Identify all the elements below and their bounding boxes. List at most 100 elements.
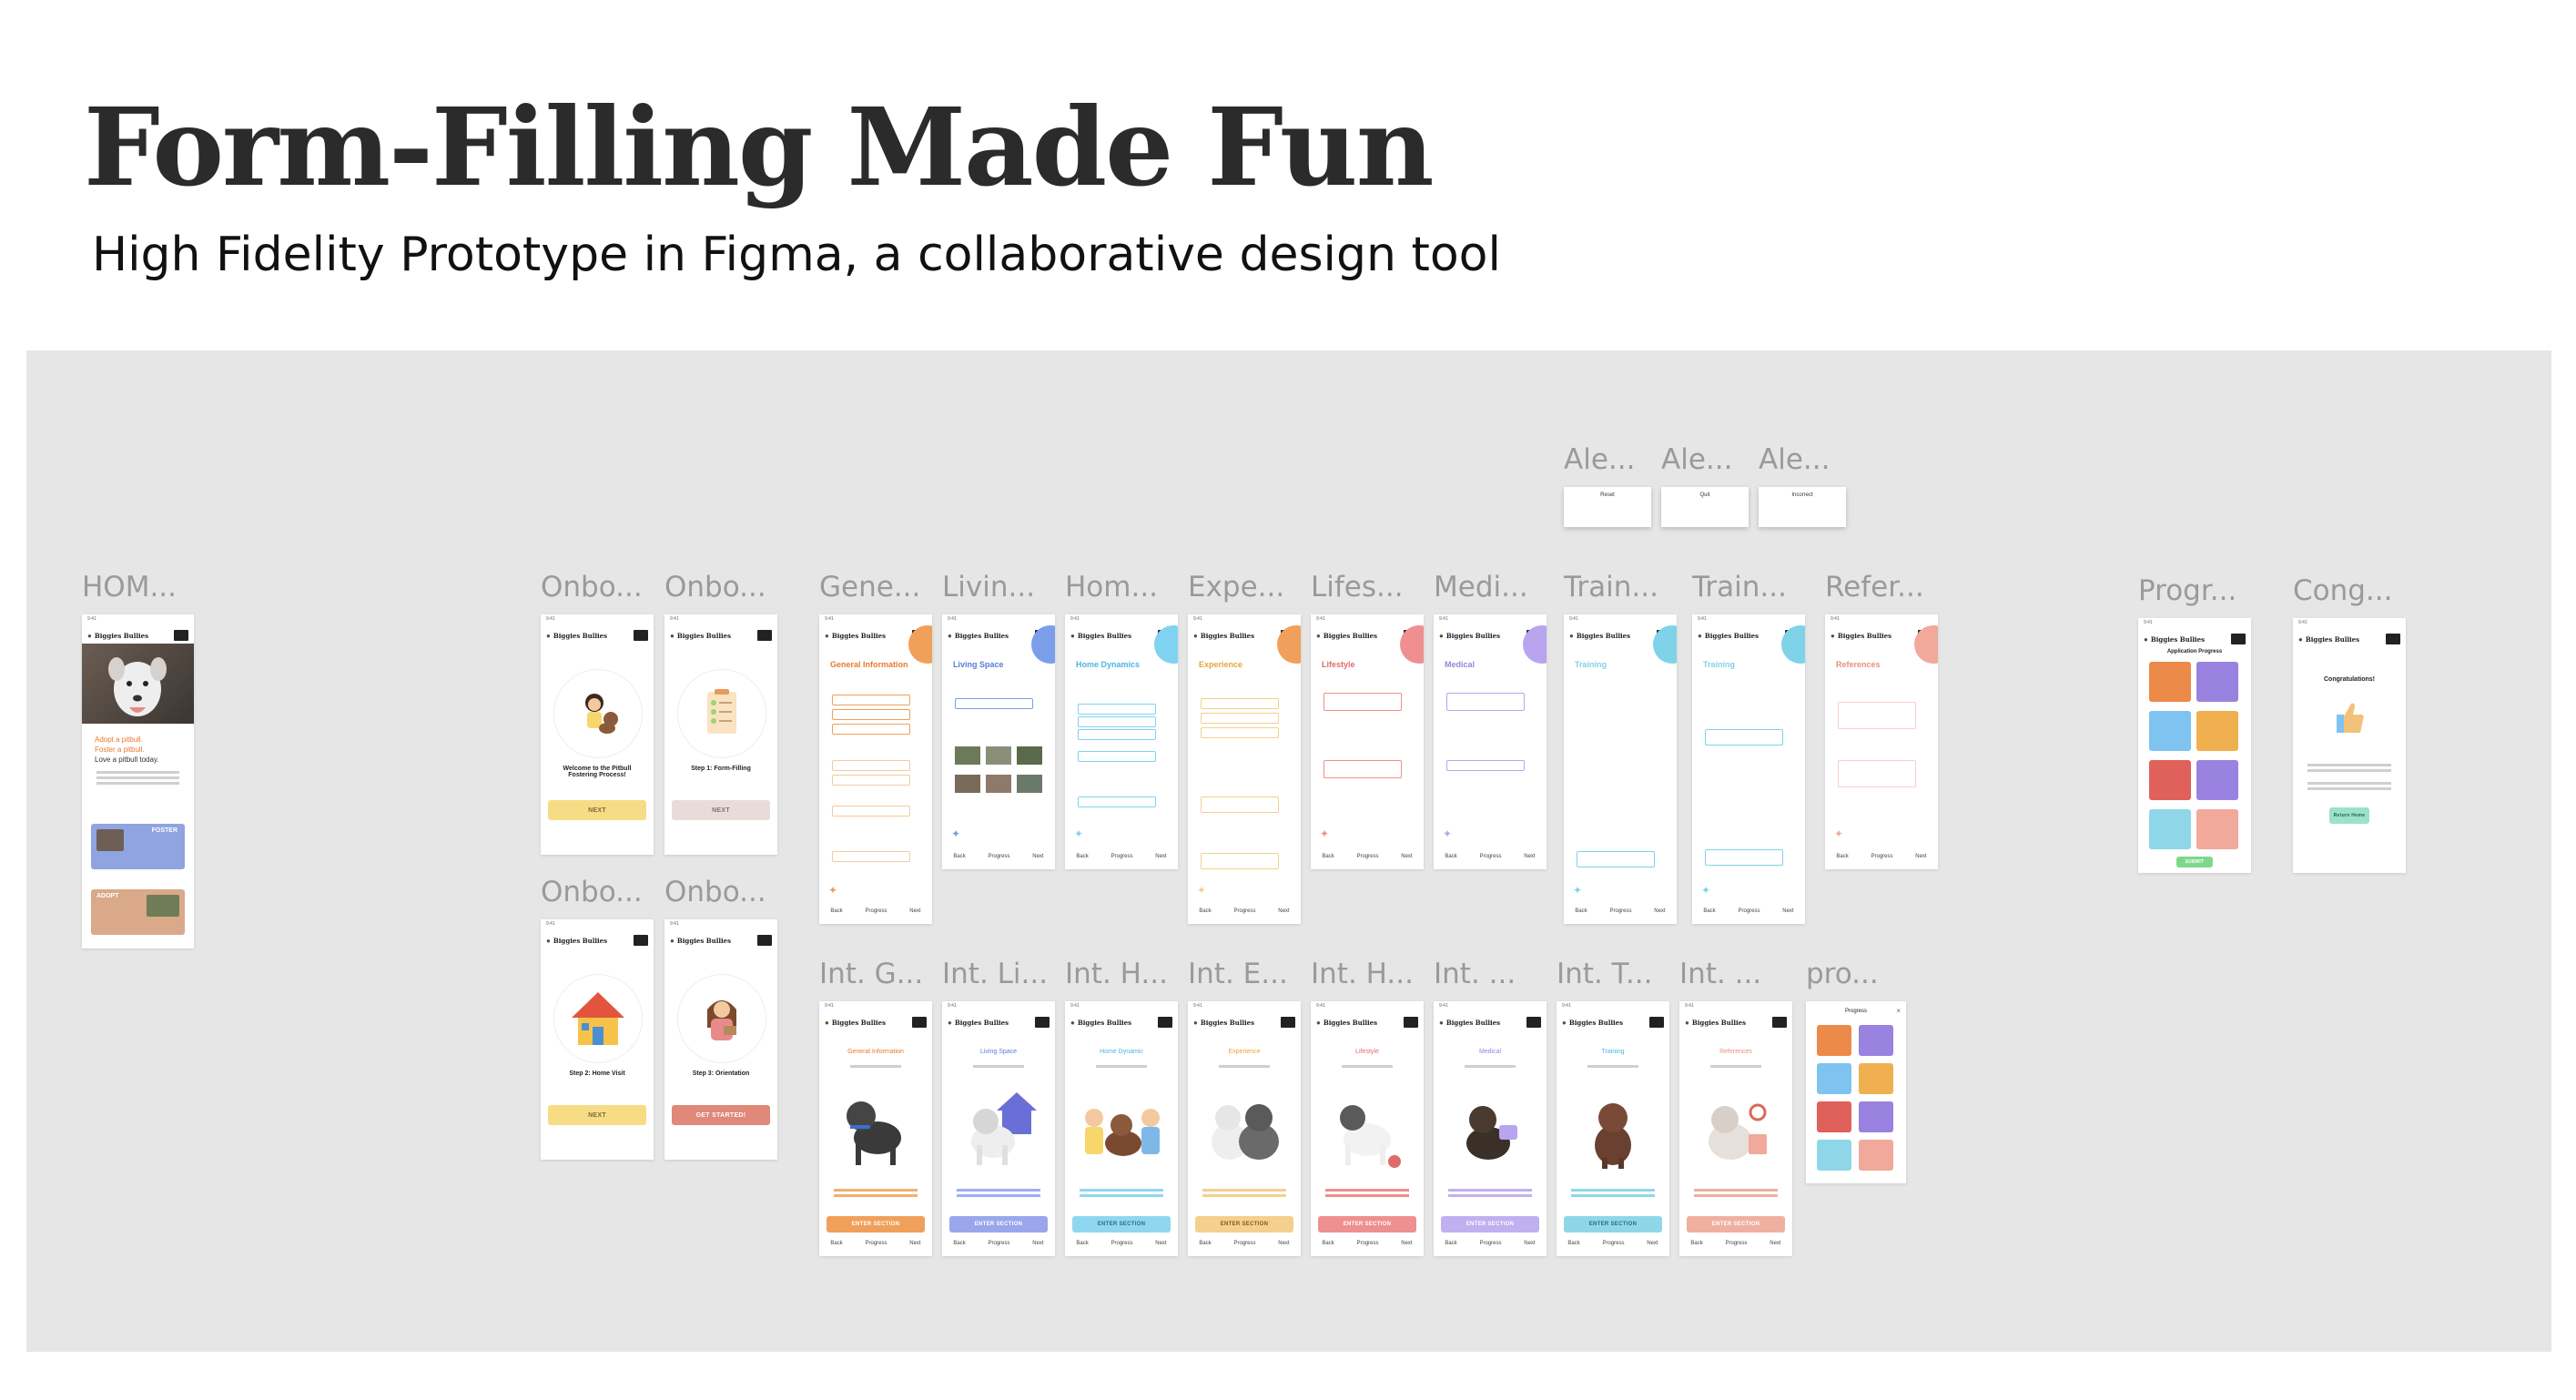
frame-lifestyle[interactable]: Lifes... 9:41 ● Biggies Bullies Lifestyle… <box>1311 571 1424 869</box>
form-field[interactable] <box>1201 727 1279 738</box>
frame-intro-general[interactable]: Int. G... 9:41 ● Biggies Bullies General … <box>819 958 932 1256</box>
nav-next[interactable]: Next <box>1032 854 1043 865</box>
nav-back[interactable]: Back <box>1322 854 1334 865</box>
frame-intro-references[interactable]: Int. ... 9:41 ● Biggies Bullies Reference… <box>1679 958 1792 1256</box>
nav-progress[interactable]: Progress <box>1602 1241 1624 1252</box>
frame-progress-popup[interactable]: pro... Progress × <box>1806 958 1906 1183</box>
menu-icon[interactable] <box>1404 1017 1418 1028</box>
progress-tile-living[interactable] <box>2196 662 2238 702</box>
menu-icon[interactable] <box>1035 1017 1050 1028</box>
nav-progress[interactable]: Progress <box>988 1241 1009 1252</box>
nav-back[interactable]: Back <box>1836 854 1848 865</box>
menu-icon[interactable] <box>912 1017 927 1028</box>
frame-living-space[interactable]: Livin... 9:41 ● Biggies Bullies Living Sp… <box>942 571 1055 869</box>
nav-back[interactable]: Back <box>1076 854 1088 865</box>
next-button[interactable]: NEXT <box>548 800 646 820</box>
menu-icon[interactable] <box>757 630 772 641</box>
frame-training-2[interactable]: Train... 9:41 ● Biggies Bullies Training … <box>1692 571 1805 924</box>
form-field[interactable] <box>832 760 910 771</box>
enter-section-button[interactable]: ENTER SECTION <box>1318 1216 1416 1233</box>
form-field[interactable] <box>1078 729 1156 740</box>
nav-next[interactable]: Next <box>1155 854 1166 865</box>
nav-back[interactable]: Back <box>1076 1241 1088 1252</box>
form-field[interactable] <box>1323 693 1402 711</box>
nav-next[interactable]: Next <box>1524 854 1535 865</box>
enter-section-button[interactable]: ENTER SECTION <box>1441 1216 1539 1233</box>
menu-icon[interactable] <box>757 935 772 946</box>
enter-section-button[interactable]: ENTER SECTION <box>949 1216 1048 1233</box>
progress-tile-training[interactable] <box>1817 1140 1851 1171</box>
frame-experience[interactable]: Expe... 9:41 ● Biggies Bullies Experience… <box>1188 571 1301 924</box>
nav-back[interactable]: Back <box>1567 1241 1579 1252</box>
nav-next[interactable]: Next <box>1524 1241 1535 1252</box>
nav-back[interactable]: Back <box>953 1241 965 1252</box>
nav-back[interactable]: Back <box>1199 908 1211 919</box>
nav-next[interactable]: Next <box>1032 1241 1043 1252</box>
menu-icon[interactable] <box>174 630 188 641</box>
nav-progress[interactable]: Progress <box>1233 908 1255 919</box>
menu-icon[interactable] <box>634 630 648 641</box>
menu-icon[interactable] <box>1772 1017 1787 1028</box>
nav-back[interactable]: Back <box>1199 1241 1211 1252</box>
nav-next[interactable]: Next <box>1654 908 1665 919</box>
menu-icon[interactable] <box>2231 634 2246 644</box>
nav-progress[interactable]: Progress <box>1479 1241 1501 1252</box>
enter-section-button[interactable]: ENTER SECTION <box>827 1216 925 1233</box>
form-field[interactable] <box>1446 760 1525 771</box>
menu-icon[interactable] <box>2386 634 2400 644</box>
progress-tile-home[interactable] <box>2149 711 2191 751</box>
progress-tile-experience[interactable] <box>1859 1063 1893 1094</box>
form-field[interactable] <box>1323 760 1402 778</box>
nav-next[interactable]: Next <box>1401 1241 1412 1252</box>
frame-home[interactable]: HOM... 9:41 ● Biggies Bullies Adopt a pit… <box>82 571 194 949</box>
progress-tile-general[interactable] <box>1817 1025 1851 1056</box>
form-field[interactable] <box>1201 853 1279 869</box>
nav-progress[interactable]: Progress <box>1111 1241 1132 1252</box>
figma-canvas[interactable]: HOM... 9:41 ● Biggies Bullies Adopt a pit… <box>26 350 2551 1352</box>
form-field[interactable] <box>1705 729 1783 746</box>
home-photo[interactable] <box>1017 775 1042 793</box>
foster-card[interactable]: FOSTER <box>91 824 185 869</box>
form-field[interactable] <box>1705 849 1783 866</box>
nav-progress[interactable]: Progress <box>1111 854 1132 865</box>
nav-back[interactable]: Back <box>1445 854 1456 865</box>
progress-tile-lifestyle[interactable] <box>2149 760 2191 800</box>
alert-reset[interactable]: Ale... Reset <box>1564 443 1651 527</box>
next-button[interactable]: NEXT <box>672 800 770 820</box>
frame-intro-living[interactable]: Int. Li... 9:41 ● Biggies Bullies Living … <box>942 958 1055 1256</box>
frame-intro-medical[interactable]: Int. ... 9:41 ● Biggies Bullies Medical E… <box>1434 958 1547 1256</box>
nav-back[interactable]: Back <box>1445 1241 1456 1252</box>
frame-medical[interactable]: Medi... 9:41 ● Biggies Bullies Medical ✦ … <box>1434 571 1547 869</box>
nav-back[interactable]: Back <box>953 854 965 865</box>
form-field[interactable] <box>1201 713 1279 724</box>
nav-progress[interactable]: Progress <box>1479 854 1501 865</box>
progress-tile-medical[interactable] <box>2196 760 2238 800</box>
form-field[interactable] <box>1201 698 1279 709</box>
nav-next[interactable]: Next <box>1278 908 1289 919</box>
frame-onboarding-2[interactable]: Onbo... 9:41 ● Biggies Bullies Step 1: Fo… <box>664 571 777 855</box>
nav-progress[interactable]: Progress <box>1871 854 1892 865</box>
home-photo[interactable] <box>955 746 980 765</box>
menu-icon[interactable] <box>1526 1017 1541 1028</box>
progress-tile-references[interactable] <box>2196 809 2238 849</box>
nav-progress[interactable]: Progress <box>1609 908 1631 919</box>
form-field[interactable] <box>832 775 910 786</box>
frame-intro-experience[interactable]: Int. E... 9:41 ● Biggies Bullies Experien… <box>1188 958 1301 1256</box>
nav-back[interactable]: Back <box>830 908 842 919</box>
enter-section-button[interactable]: ENTER SECTION <box>1687 1216 1785 1233</box>
frame-training-1[interactable]: Train... 9:41 ● Biggies Bullies Training … <box>1564 571 1677 924</box>
close-icon[interactable]: × <box>1896 1007 1901 1015</box>
nav-next[interactable]: Next <box>909 1241 920 1252</box>
form-field[interactable] <box>1078 716 1156 727</box>
home-photo[interactable] <box>986 746 1011 765</box>
frame-references[interactable]: Refer... 9:41 ● Biggies Bullies Reference… <box>1825 571 1938 869</box>
enter-section-button[interactable]: ENTER SECTION <box>1072 1216 1171 1233</box>
form-field[interactable] <box>955 698 1033 709</box>
frame-onboarding-1[interactable]: Onbo... 9:41 ● Biggies Bullies Welcome to… <box>541 571 654 855</box>
enter-section-button[interactable]: ENTER SECTION <box>1564 1216 1662 1233</box>
menu-icon[interactable] <box>1649 1017 1664 1028</box>
frame-congratulations[interactable]: Cong... 9:41 ● Biggies Bullies Congratula… <box>2293 574 2406 873</box>
nav-next[interactable]: Next <box>1647 1241 1658 1252</box>
progress-tile-living[interactable] <box>1859 1025 1893 1056</box>
nav-progress[interactable]: Progress <box>1356 1241 1378 1252</box>
